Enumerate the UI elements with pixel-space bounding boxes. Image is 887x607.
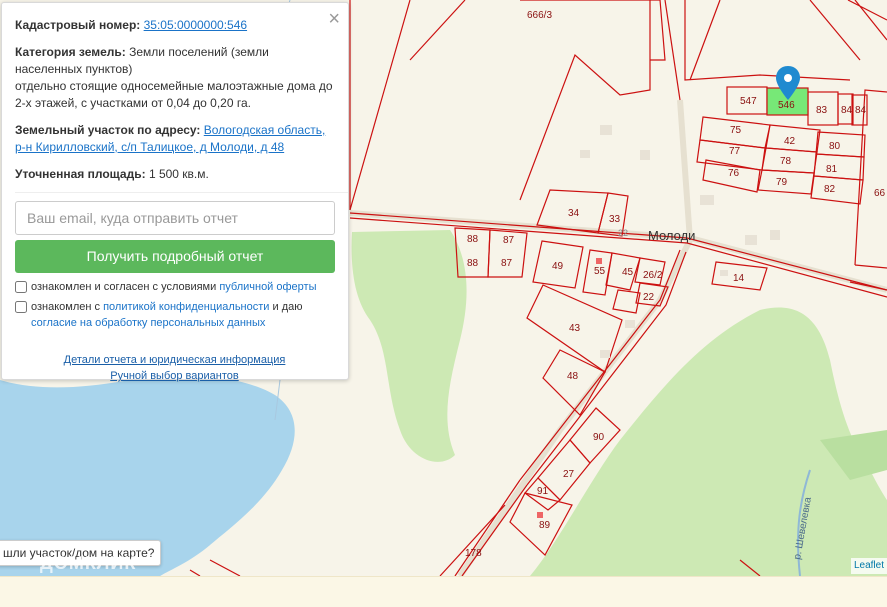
plot-label: 48 [567,371,579,382]
plot-label: 87 [501,258,513,269]
plot-label: 80 [829,141,841,152]
category-row: Категория земель: Земли поселений (земли… [15,44,334,112]
domclick-watermark: ДОМКЛИК [40,553,137,573]
plot-label: 75 [730,125,742,136]
plot-label: 45 [622,267,634,278]
offer-consent-checkbox[interactable] [15,281,27,293]
plot-label: 26/2 [643,270,663,281]
offer-consent: ознакомлен и согласен с условиями публич… [15,279,348,295]
plot-label: 666/3 [527,10,552,21]
leaflet-attribution[interactable]: Leaflet [850,558,887,574]
plot-label: 66 [874,188,886,199]
plot-label: 55 [594,266,606,277]
form-section: Получить подробный отчет ознакомлен и со… [15,192,348,331]
address-label: Земельный участок по адресу: [15,123,201,137]
plot-label: 84 [841,105,853,116]
plot-label: 33 [609,214,621,225]
forest-area [351,230,467,462]
footer-links: Детали отчета и юридическая информация Р… [15,352,334,384]
usage-value: отдельно стоящие односемейные малоэтажны… [15,79,333,110]
cadastral-label: Кадастровый номер: [15,18,141,32]
area-row: Уточненная площадь: 1 500 кв.м. [15,166,334,183]
plot-info-card: × Кадастровый номер: 35:05:0000000:546 К… [1,2,349,382]
category-label: Категория земель: [15,45,126,59]
plot-label: 82 [824,184,836,195]
privacy-consent-checkbox[interactable] [15,301,27,313]
plot-label: 43 [569,323,581,334]
report-details-link[interactable]: Детали отчета и юридическая информация [64,354,286,366]
area-value: 1 500 кв.м. [148,167,209,181]
plot-label: 547 [740,96,757,107]
plot-label: 84 [855,105,867,116]
plot-label: 87 [503,235,515,246]
plot-label: 34 [568,208,580,219]
consent-text: ознакомлен и согласен с условиями [31,281,220,293]
street-number: 22 [618,228,628,238]
close-icon[interactable]: × [328,9,340,29]
plot-label: 83 [816,105,828,116]
public-offer-link[interactable]: публичной оферты [219,281,316,293]
plot-label: 14 [733,273,745,284]
manual-select-link[interactable]: Ручной выбор вариантов [110,370,238,382]
plot-label: 88 [467,234,479,245]
address-row: Земельный участок по адресу: Вологодская… [15,122,334,156]
privacy-consent: ознакомлен с политикой конфиденциальност… [15,299,348,331]
email-input[interactable] [15,201,335,235]
get-report-button[interactable]: Получить подробный отчет [15,240,335,273]
consent-text: ознакомлен с [31,301,104,313]
plot-label: 88 [467,258,479,269]
village-label: Молоди [648,228,695,243]
plot-label: 89 [539,520,551,531]
plot-label: 91 [537,486,549,497]
plot-label: 79 [776,177,788,188]
plot-label: 49 [552,261,564,272]
plot-label: 546 [778,100,795,111]
plot-label: 77 [729,146,741,157]
plot-label: 76 [728,168,740,179]
cadastral-row: Кадастровый номер: 35:05:0000000:546 [15,17,334,34]
plot-label: 81 [826,164,838,175]
plot-label: 27 [563,469,575,480]
plot-label: 178 [465,548,482,559]
privacy-policy-link[interactable]: политикой конфиденциальности [103,301,269,313]
personal-data-consent-link[interactable]: согласие на обработку персональных данны… [31,317,265,329]
plot-label: 90 [593,432,605,443]
bottom-bar [0,576,887,607]
cadastral-number-link[interactable]: 35:05:0000000:546 [144,18,247,32]
plot-label: 22 [643,292,655,303]
area-label: Уточненная площадь: [15,167,146,181]
plot-label: 78 [780,156,792,167]
consent-text: и даю [269,301,303,313]
plot-label: 42 [784,136,796,147]
